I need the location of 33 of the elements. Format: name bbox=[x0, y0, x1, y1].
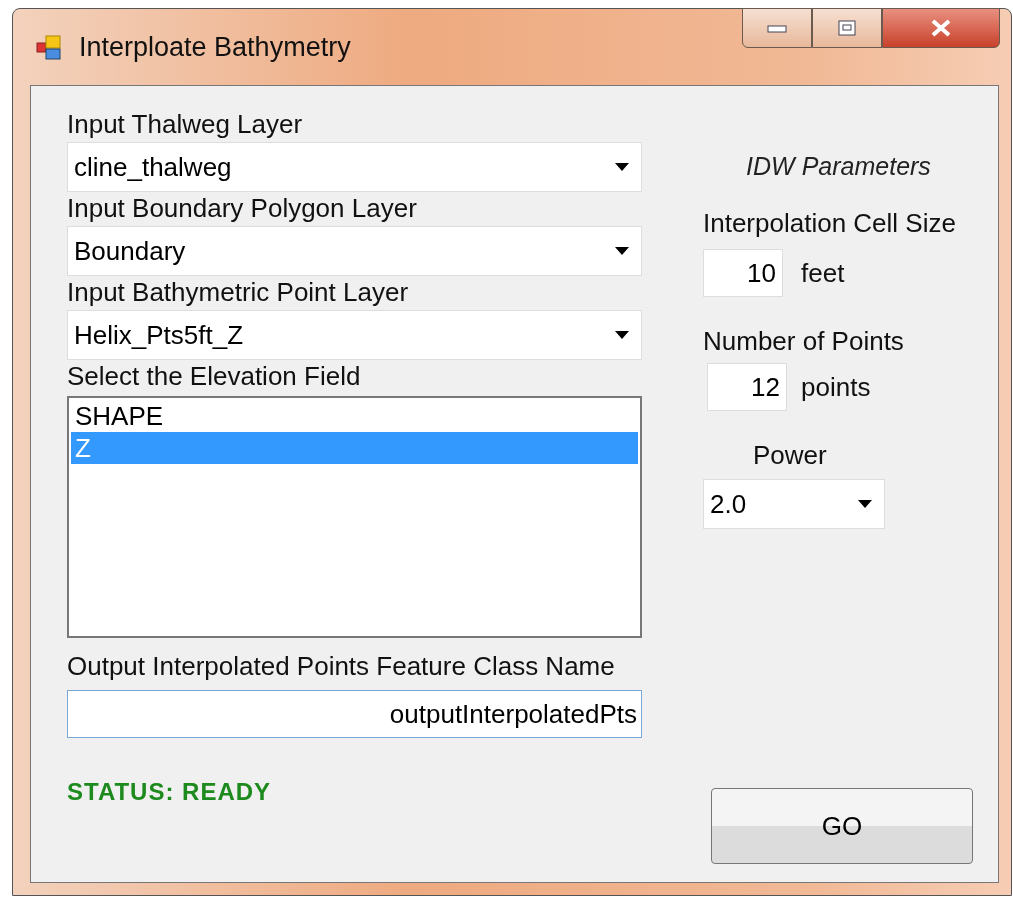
layer-dropdown[interactable]: Boundary bbox=[67, 226, 642, 276]
unit-label: points bbox=[801, 371, 871, 403]
point-count-field[interactable]: 12 bbox=[707, 363, 787, 411]
minimize-icon bbox=[766, 23, 788, 33]
field-label: Input Boundary Polygon Layer bbox=[67, 192, 418, 224]
maximize-icon bbox=[836, 19, 858, 37]
list-item[interactable]: SHAPE bbox=[71, 400, 638, 432]
status-text: STATUS: READY bbox=[67, 778, 273, 806]
caret-icon bbox=[858, 500, 872, 508]
layer-dropdown[interactable]: Helix_Pts5ft_Z bbox=[67, 310, 642, 360]
cell-size-field[interactable]: 10 bbox=[703, 249, 783, 297]
field-label: Interpolation Cell Size bbox=[703, 207, 956, 239]
close-icon bbox=[929, 19, 953, 37]
go-button[interactable]: GO bbox=[711, 788, 973, 864]
caret-icon bbox=[615, 247, 629, 255]
field-label: Output Interpolated Points Feature Class Name bbox=[67, 650, 616, 682]
field-label: Input Thalweg Layer bbox=[67, 108, 304, 140]
field-label: Number of Points bbox=[703, 325, 904, 357]
layer-dropdown[interactable]: cline_thalweg bbox=[67, 142, 642, 192]
field-label: Select the Elevation Field bbox=[67, 360, 362, 392]
field-list[interactable]: SHAPE Z bbox=[67, 396, 642, 638]
caret-icon bbox=[615, 331, 629, 339]
field-label: Power bbox=[753, 439, 827, 471]
output-name-field[interactable]: outputInterpolatedPts bbox=[67, 690, 642, 738]
field-label: Input Bathymetric Point Layer bbox=[67, 276, 410, 308]
window-title: Interploate Bathymetry bbox=[79, 31, 351, 63]
minimize-button[interactable] bbox=[742, 8, 812, 48]
unit-label: feet bbox=[801, 257, 845, 289]
section-title: IDW Parameters bbox=[746, 152, 931, 181]
maximize-button[interactable] bbox=[812, 8, 882, 48]
close-button[interactable] bbox=[882, 8, 1000, 48]
caret-icon bbox=[615, 163, 629, 171]
power-dropdown[interactable]: 2.0 bbox=[703, 479, 885, 529]
